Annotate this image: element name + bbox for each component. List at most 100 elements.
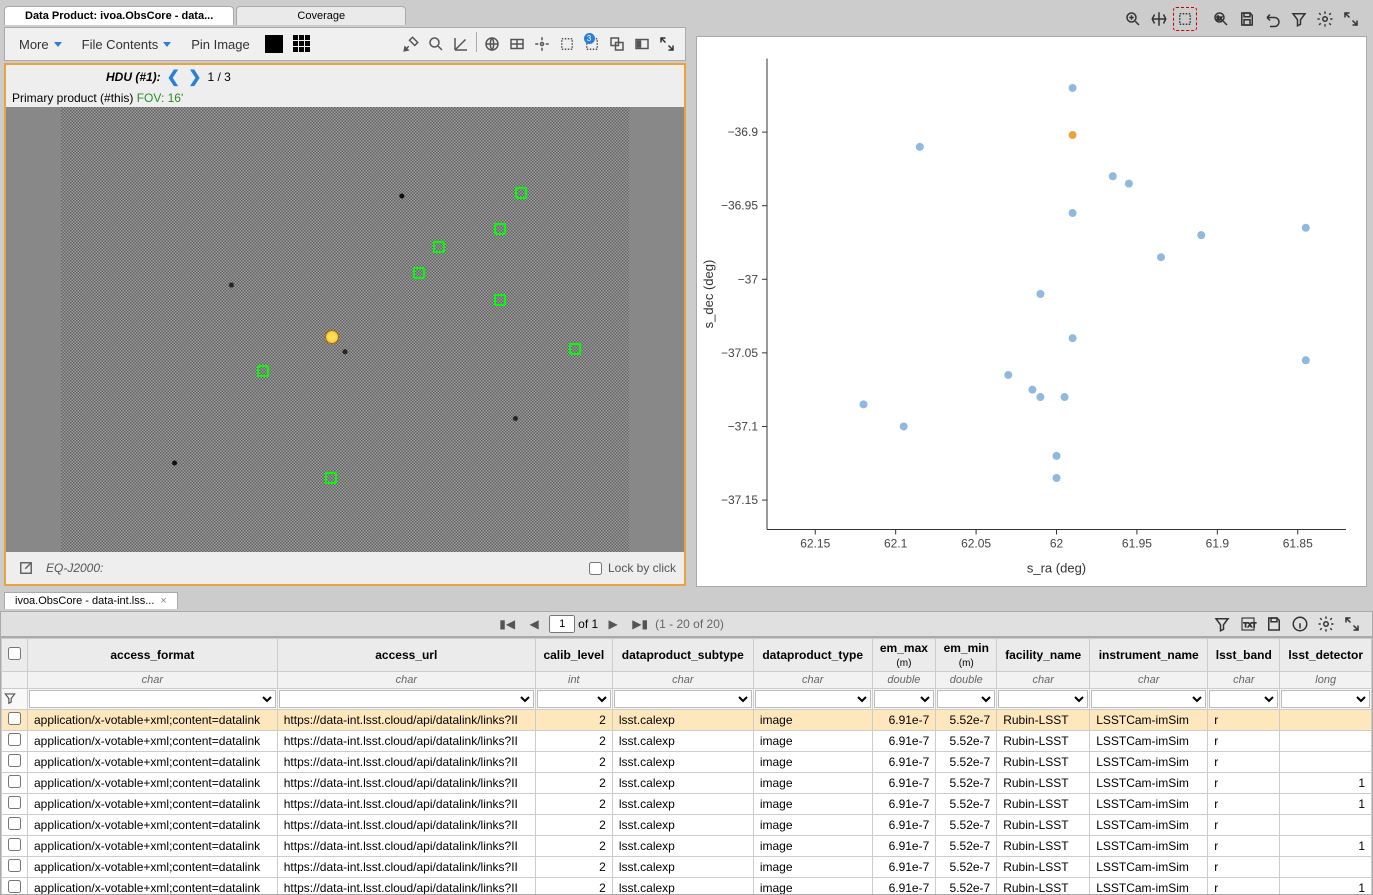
table-expand-icon[interactable] — [1340, 612, 1364, 636]
pan-icon[interactable] — [1147, 7, 1171, 31]
cell-access-format: application/x-votable+xml;content=datali… — [28, 836, 278, 857]
col-access_url[interactable]: access_url — [277, 639, 535, 672]
filter-icon[interactable] — [1287, 7, 1311, 31]
source-marker[interactable] — [433, 241, 445, 253]
overlays-icon[interactable] — [605, 32, 629, 56]
select-all-header[interactable] — [2, 639, 28, 672]
row-checkbox[interactable] — [8, 838, 21, 851]
prev-page-icon[interactable]: ◀ — [522, 612, 546, 636]
col-dataproduct_subtype[interactable]: dataproduct_subtype — [612, 639, 753, 672]
page-input[interactable] — [549, 615, 575, 633]
table-row[interactable]: application/x-votable+xml;content=datali… — [2, 794, 1372, 815]
stretch-icon[interactable] — [449, 32, 473, 56]
select-box-icon[interactable] — [1173, 7, 1197, 31]
col-lsst_band[interactable]: lsst_band — [1208, 639, 1280, 672]
source-marker[interactable] — [257, 365, 269, 377]
row-checkbox[interactable] — [8, 754, 21, 767]
col-access_format[interactable]: access_format — [28, 639, 278, 672]
table-save-icon[interactable] — [1262, 612, 1286, 636]
row-checkbox[interactable] — [8, 796, 21, 809]
lock-by-click-checkbox[interactable] — [589, 562, 602, 575]
first-page-icon[interactable]: ▮◀ — [495, 612, 519, 636]
pin-image-button[interactable]: Pin Image — [183, 35, 258, 54]
zoom-in-icon[interactable] — [1121, 7, 1145, 31]
info-icon[interactable] — [630, 32, 654, 56]
table-gear-icon[interactable] — [1314, 612, 1338, 636]
file-contents-button[interactable]: File Contents — [74, 35, 180, 54]
source-marker[interactable] — [325, 472, 337, 484]
table-row[interactable]: application/x-votable+xml;content=datali… — [2, 731, 1372, 752]
popout-icon[interactable] — [14, 556, 38, 580]
next-page-icon[interactable]: ▶ — [601, 612, 625, 636]
chart-area[interactable]: 62.1562.162.056261.9561.961.85−36.9−36.9… — [696, 36, 1367, 587]
filter-lsst_detector[interactable] — [1281, 690, 1370, 708]
row-checkbox[interactable] — [8, 817, 21, 830]
source-marker[interactable] — [494, 223, 506, 235]
close-icon[interactable]: × — [160, 595, 166, 607]
gear-icon[interactable] — [1313, 7, 1337, 31]
expand-icon[interactable] — [655, 32, 679, 56]
col-calib_level[interactable]: calib_level — [535, 639, 612, 672]
single-view-icon[interactable] — [262, 32, 286, 56]
row-checkbox[interactable] — [8, 880, 21, 893]
row-checkbox[interactable] — [8, 733, 21, 746]
color-table-icon[interactable] — [505, 32, 529, 56]
filter-em_min[interactable] — [937, 690, 995, 708]
table-row[interactable]: application/x-votable+xml;content=datali… — [2, 857, 1372, 878]
col-lsst_detector[interactable]: lsst_detector — [1280, 639, 1372, 672]
grid-view-icon[interactable] — [290, 32, 314, 56]
image-viewer: HDU (#1): ❮ ❯ 1 / 3 Primary product (#th… — [4, 63, 686, 586]
selected-marker[interactable] — [325, 330, 339, 344]
save-icon[interactable] — [1235, 7, 1259, 31]
source-marker[interactable] — [494, 294, 506, 306]
col-em_max[interactable]: em_max(m) — [872, 639, 936, 672]
table-row[interactable]: application/x-votable+xml;content=datali… — [2, 878, 1372, 895]
hips-icon[interactable] — [480, 32, 504, 56]
table-row[interactable]: application/x-votable+xml;content=datali… — [2, 710, 1372, 731]
filter-lsst_band[interactable] — [1209, 690, 1278, 708]
source-marker[interactable] — [413, 267, 425, 279]
text-view-icon[interactable]: TXT — [1236, 612, 1260, 636]
col-dataproduct_type[interactable]: dataproduct_type — [753, 639, 872, 672]
filter-dataproduct_type[interactable] — [755, 690, 871, 708]
table-row[interactable]: application/x-votable+xml;content=datali… — [2, 773, 1372, 794]
row-checkbox[interactable] — [8, 712, 21, 725]
filter-calib_level[interactable] — [537, 690, 611, 708]
table-row[interactable]: application/x-votable+xml;content=datali… — [2, 752, 1372, 773]
filter-access_format[interactable] — [29, 690, 276, 708]
table-row[interactable]: application/x-votable+xml;content=datali… — [2, 836, 1372, 857]
hdu-next-icon[interactable]: ❯ — [186, 67, 203, 87]
filter-dataproduct_subtype[interactable] — [614, 690, 752, 708]
last-page-icon[interactable]: ▶▮ — [628, 612, 652, 636]
hdu-prev-icon[interactable]: ❮ — [165, 67, 182, 87]
tools-icon[interactable] — [399, 32, 423, 56]
filter-em_max[interactable] — [874, 690, 935, 708]
image-area[interactable] — [6, 107, 684, 552]
more-button[interactable]: More — [11, 35, 70, 54]
table-filter-icon[interactable] — [1210, 612, 1234, 636]
table-tab-obscore[interactable]: ivoa.ObsCore - data-int.lss... × — [4, 592, 178, 609]
filter-facility_name[interactable] — [998, 690, 1088, 708]
row-checkbox[interactable] — [8, 859, 21, 872]
col-instrument_name[interactable]: instrument_name — [1090, 639, 1208, 672]
tab-coverage[interactable]: Coverage — [236, 6, 406, 25]
zoom-reset-icon[interactable]: 1x — [1209, 7, 1233, 31]
chart-expand-icon[interactable] — [1339, 7, 1363, 31]
table-info-icon[interactable] — [1288, 612, 1312, 636]
table-wrap[interactable]: access_formataccess_urlcalib_leveldatapr… — [0, 637, 1373, 895]
select-all-checkbox[interactable] — [8, 647, 21, 660]
source-marker[interactable] — [515, 187, 527, 199]
col-em_min[interactable]: em_min(m) — [936, 639, 997, 672]
search-magnifier-icon[interactable] — [424, 32, 448, 56]
col-facility_name[interactable]: facility_name — [997, 639, 1090, 672]
select-region-icon[interactable] — [555, 32, 579, 56]
layers-icon[interactable]: 3 — [580, 32, 604, 56]
recenter-icon[interactable] — [530, 32, 554, 56]
tab-data-product[interactable]: Data Product: ivoa.ObsCore - data... — [4, 6, 234, 25]
filter-access_url[interactable] — [279, 690, 534, 708]
filter-instrument_name[interactable] — [1091, 690, 1206, 708]
source-marker[interactable] — [569, 343, 581, 355]
row-checkbox[interactable] — [8, 775, 21, 788]
undo-icon[interactable] — [1261, 7, 1285, 31]
table-row[interactable]: application/x-votable+xml;content=datali… — [2, 815, 1372, 836]
